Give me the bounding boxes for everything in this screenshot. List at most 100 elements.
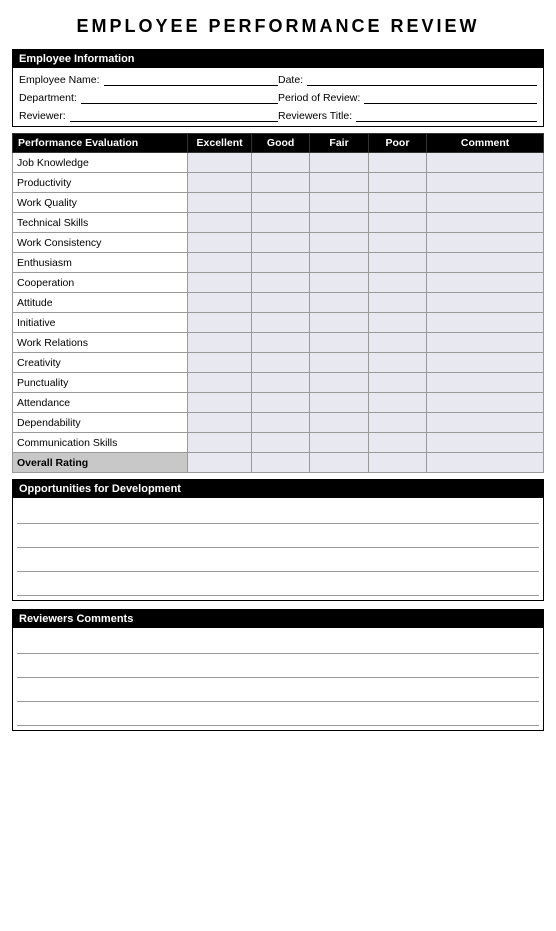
fair-cell[interactable] [310,153,368,173]
good-cell[interactable] [251,273,309,293]
fair-cell[interactable] [310,433,368,453]
comment-cell[interactable] [427,333,544,353]
excellent-cell[interactable] [188,233,252,253]
dev-line-2[interactable] [17,526,539,548]
poor-cell[interactable] [368,333,426,353]
comment-cell[interactable] [427,193,544,213]
excellent-cell[interactable] [188,213,252,233]
comment-line-2[interactable] [17,656,539,678]
excellent-cell[interactable] [188,433,252,453]
good-cell[interactable] [251,393,309,413]
dev-line-4[interactable] [17,574,539,596]
good-cell[interactable] [251,413,309,433]
fair-cell[interactable] [310,393,368,413]
comment-cell[interactable] [427,373,544,393]
comment-cell[interactable] [427,353,544,373]
fair-cell[interactable] [310,353,368,373]
good-cell[interactable] [251,433,309,453]
date-field[interactable] [307,72,537,86]
poor-cell[interactable] [368,293,426,313]
comment-cell[interactable] [427,173,544,193]
poor-cell[interactable] [368,153,426,173]
overall-poor[interactable] [368,453,426,473]
eval-row-label: Creativity [13,353,188,373]
comment-line-4[interactable] [17,704,539,726]
fair-cell[interactable] [310,313,368,333]
good-cell[interactable] [251,153,309,173]
fair-cell[interactable] [310,233,368,253]
comment-cell[interactable] [427,293,544,313]
good-cell[interactable] [251,193,309,213]
good-cell[interactable] [251,173,309,193]
department-field[interactable] [81,90,278,104]
comment-cell[interactable] [427,313,544,333]
fair-cell[interactable] [310,213,368,233]
comment-cell[interactable] [427,393,544,413]
comment-cell[interactable] [427,213,544,233]
eval-row-label: Cooperation [13,273,188,293]
comment-cell[interactable] [427,413,544,433]
poor-cell[interactable] [368,313,426,333]
dev-line-1[interactable] [17,502,539,524]
comment-cell[interactable] [427,433,544,453]
reviewers-title-field[interactable] [356,108,537,122]
excellent-cell[interactable] [188,373,252,393]
poor-cell[interactable] [368,213,426,233]
table-row: Cooperation [13,273,544,293]
good-cell[interactable] [251,333,309,353]
poor-cell[interactable] [368,413,426,433]
excellent-cell[interactable] [188,153,252,173]
excellent-cell[interactable] [188,393,252,413]
excellent-cell[interactable] [188,193,252,213]
fair-cell[interactable] [310,173,368,193]
employee-name-field[interactable] [104,72,278,86]
comment-line-1[interactable] [17,632,539,654]
poor-cell[interactable] [368,253,426,273]
poor-cell[interactable] [368,273,426,293]
good-cell[interactable] [251,373,309,393]
fair-cell[interactable] [310,253,368,273]
comment-cell[interactable] [427,153,544,173]
excellent-cell[interactable] [188,253,252,273]
comment-cell[interactable] [427,273,544,293]
good-cell[interactable] [251,353,309,373]
excellent-cell[interactable] [188,353,252,373]
department-row: Department: [19,90,278,104]
good-cell[interactable] [251,213,309,233]
fair-cell[interactable] [310,273,368,293]
fair-cell[interactable] [310,373,368,393]
poor-cell[interactable] [368,173,426,193]
reviewer-field[interactable] [70,108,278,122]
poor-cell[interactable] [368,433,426,453]
excellent-cell[interactable] [188,273,252,293]
eval-row-label: Work Consistency [13,233,188,253]
fair-cell[interactable] [310,193,368,213]
poor-cell[interactable] [368,393,426,413]
poor-cell[interactable] [368,233,426,253]
excellent-cell[interactable] [188,293,252,313]
poor-cell[interactable] [368,193,426,213]
overall-fair[interactable] [310,453,368,473]
overall-comment[interactable] [427,453,544,473]
fair-cell[interactable] [310,333,368,353]
overall-excellent[interactable] [188,453,252,473]
dev-line-3[interactable] [17,550,539,572]
period-field[interactable] [364,90,537,104]
comment-cell[interactable] [427,253,544,273]
excellent-cell[interactable] [188,173,252,193]
eval-row-label: Work Quality [13,193,188,213]
excellent-cell[interactable] [188,313,252,333]
poor-cell[interactable] [368,373,426,393]
good-cell[interactable] [251,293,309,313]
fair-cell[interactable] [310,293,368,313]
poor-cell[interactable] [368,353,426,373]
overall-good[interactable] [251,453,309,473]
fair-cell[interactable] [310,413,368,433]
excellent-cell[interactable] [188,413,252,433]
good-cell[interactable] [251,233,309,253]
comment-line-3[interactable] [17,680,539,702]
excellent-cell[interactable] [188,333,252,353]
good-cell[interactable] [251,313,309,333]
good-cell[interactable] [251,253,309,273]
comment-cell[interactable] [427,233,544,253]
